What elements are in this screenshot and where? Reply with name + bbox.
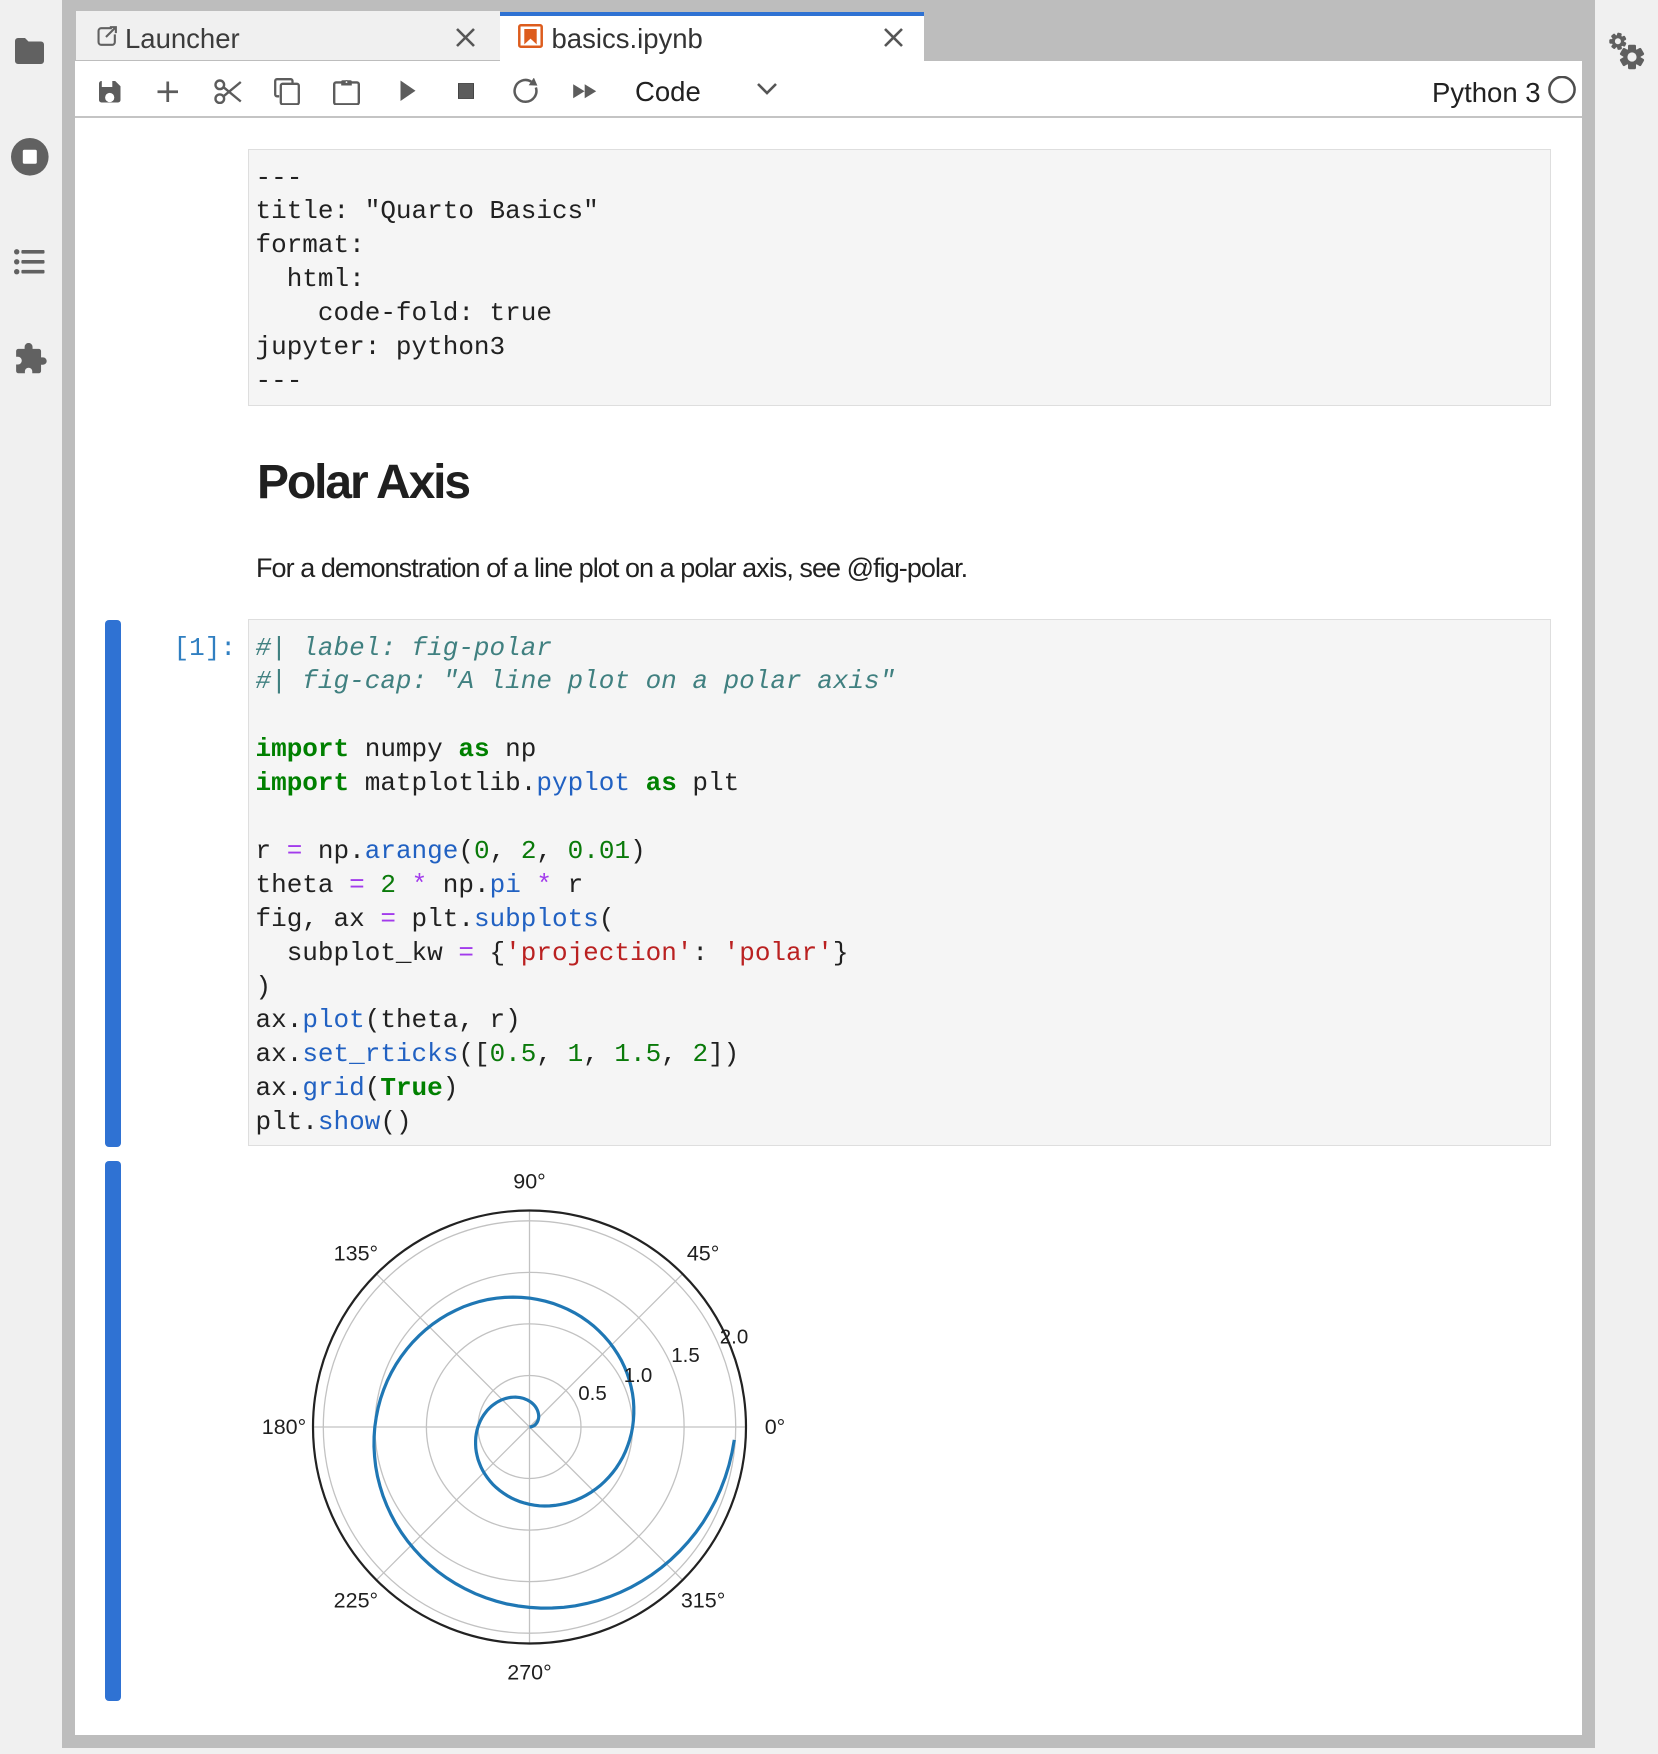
- svg-text:270°: 270°: [507, 1661, 551, 1685]
- svg-text:90°: 90°: [513, 1170, 546, 1194]
- svg-text:45°: 45°: [687, 1241, 720, 1265]
- svg-text:0°: 0°: [765, 1415, 786, 1439]
- svg-text:0.5: 0.5: [578, 1382, 607, 1405]
- svg-text:180°: 180°: [262, 1415, 306, 1439]
- svg-text:1.0: 1.0: [624, 1364, 653, 1387]
- svg-text:315°: 315°: [681, 1589, 725, 1613]
- svg-text:1.5: 1.5: [671, 1344, 700, 1367]
- svg-text:2.0: 2.0: [720, 1326, 749, 1349]
- svg-text:225°: 225°: [334, 1589, 378, 1613]
- svg-text:135°: 135°: [334, 1241, 378, 1265]
